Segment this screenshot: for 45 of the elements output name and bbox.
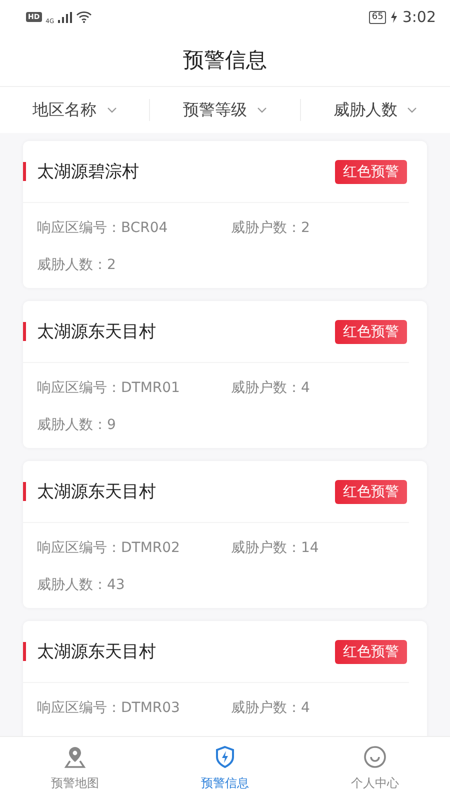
shield-lightning-icon xyxy=(213,745,237,769)
threatened-people: 威胁人数：43 xyxy=(37,576,126,594)
accent-bar xyxy=(23,642,26,661)
warning-card[interactable]: 太湖源东天目村 红色预警 响应区编号：DTMR01 威胁户数：4 威胁人数：9 xyxy=(23,301,427,448)
filter-dropdown[interactable]: 威胁人数 xyxy=(300,94,450,126)
warning-level-tag: 红色预警 xyxy=(335,320,407,344)
zone-code: 响应区编号：DTMR02 xyxy=(37,539,181,557)
village-name: 太湖源碧淙村 xyxy=(37,161,140,183)
page-title: 预警信息 xyxy=(183,47,267,74)
clock-time: 3:02 xyxy=(402,8,436,26)
chevron-down-icon xyxy=(256,107,267,113)
accent-bar xyxy=(23,322,26,341)
tab-item[interactable]: 个人中心 xyxy=(300,737,450,800)
warning-card[interactable]: 太湖源东天目村 红色预警 响应区编号：DTMR02 威胁户数：14 威胁人数：43 xyxy=(23,461,427,608)
filter-dropdown[interactable]: 地区名称 xyxy=(0,94,150,126)
accent-bar xyxy=(23,162,26,181)
threatened-households: 威胁户数：2 xyxy=(231,219,311,237)
threatened-households: 威胁户数：4 xyxy=(231,379,311,397)
wifi-icon xyxy=(76,11,92,23)
village-name: 太湖源东天目村 xyxy=(37,321,157,343)
warning-card[interactable]: 太湖源碧淙村 红色预警 响应区编号：BCR04 威胁户数：2 威胁人数：2 xyxy=(23,141,427,288)
map-pin-icon xyxy=(63,745,87,769)
village-name: 太湖源东天目村 xyxy=(37,641,157,663)
warning-level-tag: 红色预警 xyxy=(335,480,407,504)
zone-code: 响应区编号：BCR04 xyxy=(37,219,169,237)
warning-level-tag: 红色预警 xyxy=(335,640,407,664)
tab-item[interactable]: 预警信息 xyxy=(150,737,300,800)
warning-level-tag: 红色预警 xyxy=(335,160,407,184)
zone-code: 响应区编号：DTMR01 xyxy=(37,379,181,397)
village-name: 太湖源东天目村 xyxy=(37,481,157,503)
threatened-people: 威胁人数：2 xyxy=(37,256,117,274)
threatened-households: 威胁户数：4 xyxy=(231,699,311,717)
chevron-down-icon xyxy=(106,107,117,113)
warning-card[interactable]: 太湖源东天目村 红色预警 响应区编号：DTMR03 威胁户数：4 xyxy=(23,621,427,736)
threatened-households: 威胁户数：14 xyxy=(231,539,320,557)
tab-item[interactable]: 预警地图 xyxy=(0,737,150,800)
accent-bar xyxy=(23,482,26,501)
charging-icon xyxy=(390,11,398,23)
filter-dropdown[interactable]: 预警等级 xyxy=(150,94,300,126)
zone-code: 响应区编号：DTMR03 xyxy=(37,699,181,717)
smiley-icon xyxy=(363,745,387,769)
chevron-down-icon xyxy=(407,107,418,113)
threatened-people: 威胁人数：9 xyxy=(37,416,117,434)
signal-icon xyxy=(58,12,72,22)
battery-level: 65 xyxy=(368,10,386,24)
